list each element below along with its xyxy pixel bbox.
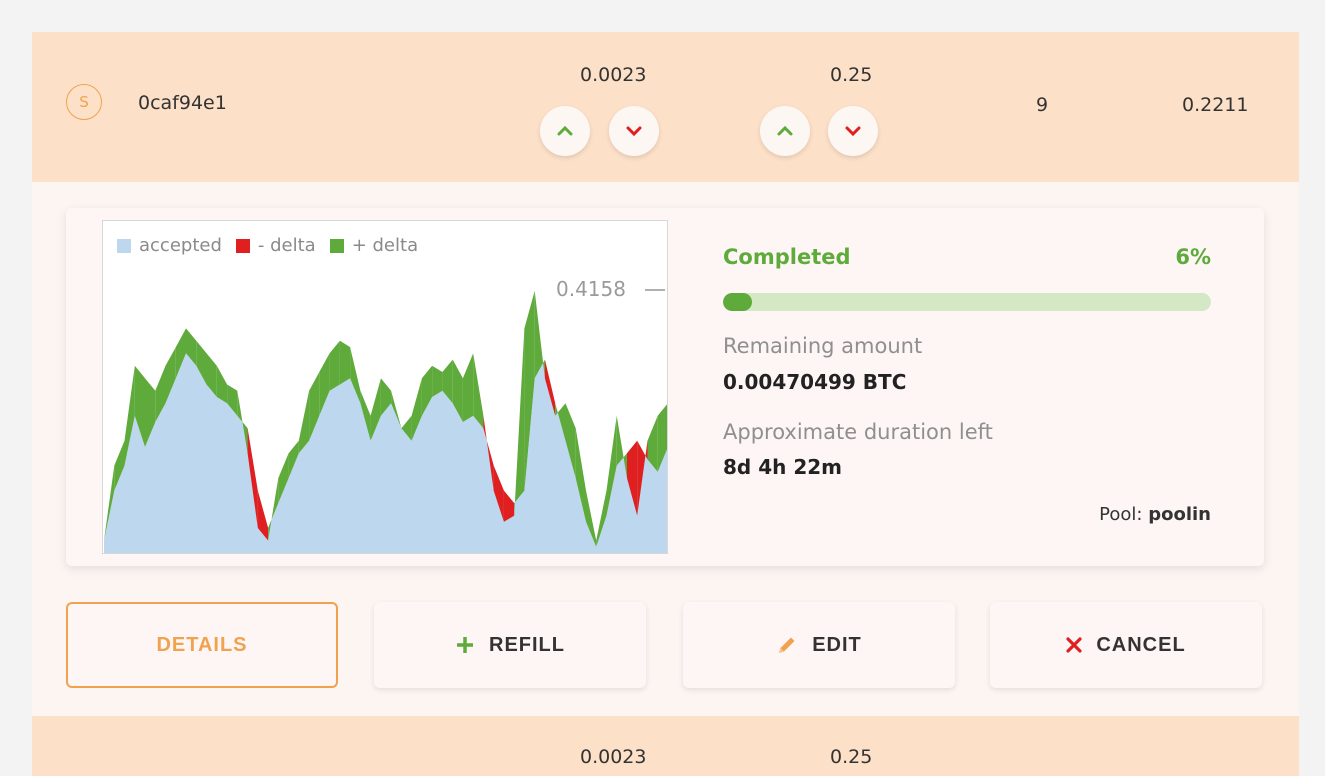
order-type-badge: S: [66, 84, 102, 120]
edit-button-label: EDIT: [812, 633, 862, 656]
hashrate-chart: accepted - delta + delta 0.4158: [102, 220, 668, 554]
refill-button-label: REFILL: [489, 633, 565, 656]
order-stats-card: accepted - delta + delta 0.4158 Complete…: [66, 208, 1264, 566]
legend-label-plus-delta: + delta: [351, 235, 419, 256]
limit-increase-button[interactable]: [760, 106, 810, 156]
progress-title: Completed: [723, 245, 851, 269]
chart-legend: accepted - delta + delta: [117, 235, 432, 256]
legend-swatch-minus-delta: [235, 238, 250, 253]
duration-left-value: 8d 4h 22m: [723, 455, 842, 479]
pool-name: poolin: [1148, 504, 1211, 525]
plus-delta-band: [514, 328, 525, 516]
chart-canvas: [104, 290, 667, 553]
cancel-button-label: CANCEL: [1096, 633, 1186, 656]
plus-delta-band: [329, 340, 340, 391]
legend-swatch-accepted: [117, 238, 131, 253]
plus-delta-band: [473, 353, 484, 429]
progress-bar: [723, 293, 1211, 311]
limit-value: 0.25: [830, 64, 873, 86]
order-id: 0caf94e1: [138, 92, 227, 114]
chevron-up-icon: [557, 125, 573, 136]
plus-icon: [455, 635, 475, 655]
next-limit-value: 0.25: [830, 746, 873, 768]
count-value: 9: [1036, 94, 1049, 116]
order-details-panel: accepted - delta + delta 0.4158 Complete…: [32, 182, 1299, 716]
chart-max-label: 0.4158: [556, 277, 626, 301]
close-icon: [1066, 637, 1082, 653]
edit-button[interactable]: EDIT: [683, 602, 955, 688]
total-value: 0.2211: [1182, 94, 1249, 116]
duration-left-label: Approximate duration left: [723, 420, 993, 444]
legend-label-minus-delta: - delta: [257, 235, 316, 256]
remaining-amount-value: 0.00470499 BTC: [723, 370, 907, 394]
progress-percent: 6%: [1175, 245, 1211, 269]
chevron-up-icon: [777, 125, 793, 136]
price-decrease-button[interactable]: [609, 106, 659, 156]
accepted-area: [104, 353, 667, 553]
details-button-label: DETAILS: [156, 633, 248, 656]
limit-decrease-button[interactable]: [828, 106, 878, 156]
next-order-row[interactable]: 0.0023 0.25: [32, 716, 1299, 776]
chevron-down-icon: [626, 126, 642, 137]
cancel-button[interactable]: CANCEL: [990, 602, 1262, 688]
chevron-down-icon: [845, 126, 861, 137]
plus-delta-band: [339, 340, 351, 385]
details-button[interactable]: DETAILS: [66, 602, 338, 688]
progress-bar-fill: [723, 293, 753, 311]
plus-delta-band: [462, 353, 474, 422]
next-price-value: 0.0023: [580, 746, 647, 768]
price-value: 0.0023: [580, 64, 647, 86]
pencil-icon: [776, 634, 798, 656]
pool-info: Pool: poolin: [1099, 504, 1211, 525]
refill-button[interactable]: REFILL: [374, 602, 646, 688]
plus-delta-band: [216, 365, 228, 404]
price-increase-button[interactable]: [540, 106, 590, 156]
order-row[interactable]: S 0caf94e1 0.0023 0.25 9 0.2211: [32, 32, 1299, 182]
legend-swatch-plus-delta: [329, 238, 344, 253]
chart-max-tick: [645, 289, 665, 291]
legend-label-accepted: accepted: [139, 235, 222, 256]
remaining-amount-label: Remaining amount: [723, 334, 923, 358]
pool-label: Pool:: [1099, 504, 1143, 525]
